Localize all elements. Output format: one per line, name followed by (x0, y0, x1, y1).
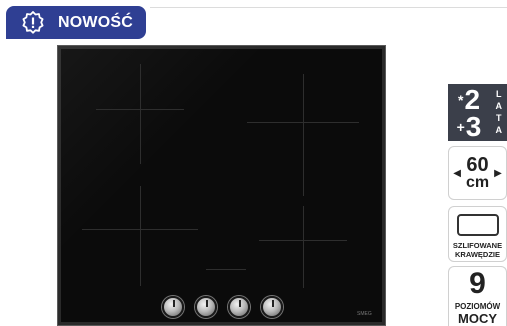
width-badge: ◀ 60 cm ▶ (448, 146, 507, 200)
control-strip (206, 269, 246, 270)
warranty-plus: + (456, 119, 465, 135)
cooking-zone-marker (140, 64, 141, 164)
power-levels-badge: 9 POZIOMÓW MOCY (448, 266, 507, 326)
ground-edges-icon (457, 214, 499, 236)
badge-label: NOWOŚĆ (58, 13, 133, 31)
cooking-zone-marker (303, 206, 304, 288)
control-knob (162, 296, 184, 318)
power-levels-label-2: MOCY (458, 311, 497, 326)
warranty-extra-years: 3 (465, 111, 482, 142)
alert-gear-icon (20, 10, 46, 36)
arrow-left-icon: ◀ (453, 167, 461, 179)
cooking-zone-marker (140, 186, 141, 286)
new-badge: NOWOŚĆ (6, 6, 146, 39)
width-value: 60 (466, 154, 489, 176)
hob-glass: SMEG (57, 45, 386, 326)
arrow-right-icon: ▶ (494, 167, 502, 179)
edges-label-2: KRAWĘDZIE (455, 250, 500, 259)
warranty-unit: L A T A (495, 89, 503, 135)
warranty-asterisk: * (457, 92, 464, 108)
control-knob (261, 296, 283, 318)
power-levels-label-1: POZIOMÓW (454, 302, 501, 311)
cooking-zone-marker (82, 229, 198, 230)
edges-label-1: SZLIFOWANE (452, 241, 503, 250)
control-knob (195, 296, 217, 318)
control-knob (228, 296, 250, 318)
cooking-zone-marker (303, 74, 304, 196)
cooking-zone-marker (247, 122, 359, 123)
power-levels-value: 9 (469, 267, 486, 300)
brand-logo: SMEG (357, 311, 372, 317)
edges-badge: SZLIFOWANE KRAWĘDZIE (448, 206, 507, 262)
warranty-badge: * 2 + 3 L A T A (448, 84, 507, 141)
cooking-zone-marker (259, 240, 347, 241)
width-unit: cm (465, 174, 490, 191)
warranty-base-years: 2 (464, 84, 481, 115)
top-divider (150, 7, 507, 8)
cooking-zone-marker (96, 109, 184, 110)
product-image: SMEG (57, 45, 386, 326)
